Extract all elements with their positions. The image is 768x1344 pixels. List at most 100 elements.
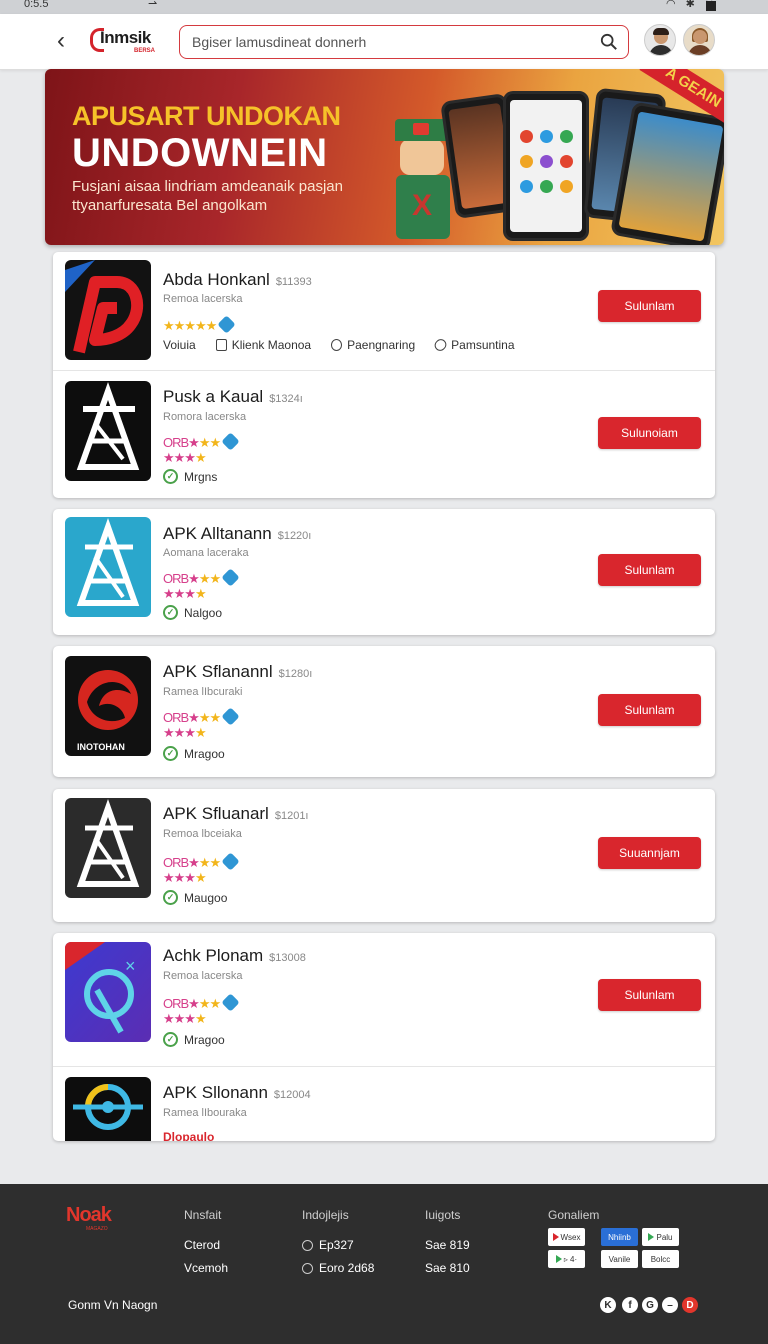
app-icon: INOTOHAN [65, 656, 151, 756]
facebook-icon[interactable]: f [622, 1297, 638, 1313]
location-icon [302, 1262, 313, 1274]
download-button[interactable]: Sulunlam [598, 694, 701, 726]
play-icon [555, 1255, 562, 1263]
app-row[interactable]: APK Sllonann $12004 Ramea lIbouraka Dlopa… [53, 1066, 715, 1141]
app-name[interactable]: Achk Plonam $13008 [163, 946, 306, 966]
store-badge[interactable]: Bolcc [642, 1250, 679, 1268]
app-developer: Ramea lIbcuraki [163, 686, 243, 698]
app-name[interactable]: Pusk a Kaual $1324ı [163, 387, 303, 407]
search-icon[interactable] [600, 33, 618, 51]
app-developer: Remoa lacerska [163, 293, 243, 305]
footer-link[interactable]: Vcemoh [184, 1261, 228, 1275]
search-input[interactable] [192, 32, 592, 52]
footer-logo[interactable]: Noak [66, 1204, 112, 1227]
hero-banner[interactable]: APUSART UNDOKAN UNDOWNEIN Fusjani aisaa … [45, 69, 724, 245]
store-badge[interactable]: Nhiinb [601, 1228, 638, 1246]
social-icon[interactable]: K [600, 1297, 616, 1313]
app-row[interactable]: Abda Honkanl $11393 Remoa lacerska ★★★★★ … [53, 252, 715, 370]
app-icon [65, 517, 151, 617]
verified-icon [221, 707, 240, 726]
app-name[interactable]: APK Sflanannl $1280ı [163, 662, 312, 682]
check-icon: ✓ [163, 605, 178, 620]
app-rating: ORB★★★ ★★★★ [163, 432, 240, 465]
footer-heading: Indojlejis [302, 1208, 349, 1222]
download-button[interactable]: Suuannjam [598, 837, 701, 869]
app-developer: Aomana laceraka [163, 547, 249, 559]
meta-item: Klienk Maonoa [215, 338, 311, 352]
download-button[interactable]: Sulunlam [598, 979, 701, 1011]
app-row[interactable]: Pusk a Kaual $1324ı Romora lacerska ORB★★… [53, 370, 715, 498]
status-arrow-icon: ⇀ [148, 0, 158, 10]
app-list-card: × Achk Plonam $13008 Remoa lacerska ORB★★… [53, 933, 715, 1141]
app-row[interactable]: INOTOHAN APK Sflanannl $1280ı Ramea lIbcu… [53, 646, 715, 777]
download-button[interactable]: Sulunoiam [598, 417, 701, 449]
tag-icon [331, 339, 343, 351]
footer-link[interactable]: Sae 810 [425, 1261, 470, 1275]
download-button[interactable]: Sulunlam [598, 290, 701, 322]
secondary-avatar[interactable] [683, 24, 715, 56]
logo-text: Inmsik [100, 28, 151, 47]
footer-link[interactable]: Ep327 [302, 1238, 374, 1252]
app-row[interactable]: APK Sfluanarl $1201ı Remoa lbceiaka ORB★★… [53, 789, 715, 922]
app-status: ✓ Mragoo [163, 1032, 225, 1047]
app-name[interactable]: APK Alltanann $1220ı [163, 524, 311, 544]
app-row[interactable]: × Achk Plonam $13008 Remoa lacerska ORB★★… [53, 933, 715, 1066]
app-developer: Romora lacerska [163, 411, 247, 423]
download-button[interactable]: Sulunlam [598, 554, 701, 586]
verified-icon [221, 568, 240, 587]
app-developer: Remoa lacerska [163, 970, 243, 982]
app-icon [65, 260, 151, 360]
app-name[interactable]: APK Sllonann $12004 [163, 1083, 311, 1103]
search-box [179, 25, 629, 59]
status-bar: 0:5.5 ⇀ ◠ ✱ ⨯ [0, 0, 768, 14]
meta-version: Voiuia [163, 338, 196, 352]
app-icon-label: INOTOHAN [77, 742, 125, 752]
link-icon [432, 336, 449, 354]
check-icon: ✓ [163, 469, 178, 484]
footer-link[interactable]: Cterod [184, 1238, 228, 1252]
app-name[interactable]: APK Sfluanarl $1201ı [163, 804, 309, 824]
app-logo[interactable]: Inmsik BERSA [90, 24, 164, 58]
social-icon[interactable]: – [662, 1297, 678, 1313]
back-arrow-icon[interactable]: ‹ [48, 26, 74, 56]
app-rating: ORB★★★ ★★★★ [163, 568, 240, 601]
footer-heading: Gonaliem [548, 1208, 600, 1222]
app-icon [65, 381, 151, 481]
app-rating: ORB★★★ ★★★★ [163, 993, 240, 1026]
check-icon: ✓ [163, 1032, 178, 1047]
footer-link[interactable]: Sae 819 [425, 1238, 470, 1252]
check-icon: ✓ [163, 890, 178, 905]
app-list-card: INOTOHAN APK Sflanannl $1280ı Ramea lIbcu… [53, 646, 715, 777]
app-icon: × [65, 942, 151, 1042]
footer-column: Iuigots Sae 819 Sae 810 [425, 1208, 470, 1284]
store-badge[interactable]: Wsex [548, 1228, 585, 1246]
verified-icon [217, 315, 236, 334]
play-icon [648, 1233, 655, 1241]
footer-heading: Nnsfait [184, 1208, 222, 1222]
meta-item: Paengnaring [331, 338, 415, 352]
app-list-card: APK Alltanann $1220ı Aomana laceraka ORB★… [53, 509, 715, 635]
battery-icon [706, 1, 716, 11]
footer-heading: Iuigots [425, 1208, 461, 1222]
app-name[interactable]: Abda Honkanl $11393 [163, 270, 312, 290]
store-badge[interactable]: Vanile [601, 1250, 638, 1268]
youtube-icon[interactable]: D [682, 1297, 698, 1313]
hero-subtitle: Fusjani aisaa lindriam amdeanaik pasjan … [72, 178, 343, 214]
status-time: 0:5.5 [24, 0, 49, 10]
app-status-label: Dlopaulo [163, 1130, 215, 1141]
play-icon [552, 1233, 559, 1241]
footer-link[interactable]: Eoro 2d68 [302, 1261, 374, 1275]
footer-column: Indojlejis Ep327 Eoro 2d68 [302, 1208, 374, 1284]
check-icon: ✓ [163, 746, 178, 761]
store-badge[interactable]: ▹ 4· [548, 1250, 585, 1268]
app-status: ✓ Mrgns [163, 469, 217, 484]
phone-illustration [503, 91, 589, 241]
verified-icon [221, 432, 240, 451]
user-avatar[interactable] [644, 24, 676, 56]
logo-subtext: BERSA [134, 48, 156, 54]
app-list-card: APK Sfluanarl $1201ı Remoa lbceiaka ORB★★… [53, 789, 715, 922]
app-row[interactable]: APK Alltanann $1220ı Aomana laceraka ORB★… [53, 509, 715, 635]
google-icon[interactable]: G [642, 1297, 658, 1313]
store-badge[interactable]: Palu [642, 1228, 679, 1246]
app-list-card: Abda Honkanl $11393 Remoa lacerska ★★★★★ … [53, 252, 715, 498]
